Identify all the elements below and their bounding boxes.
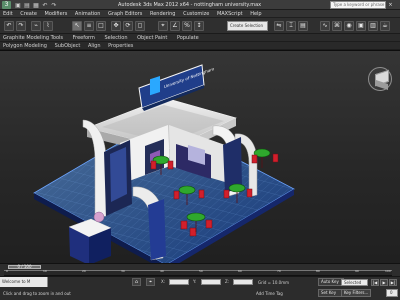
angle-snap-icon[interactable]: ∠ [170,21,180,31]
render-frame-icon[interactable]: ▥ [368,21,378,31]
absolute-mode-icon[interactable]: ⌖ [146,278,155,286]
ruler-label: 80 [316,269,320,273]
current-frame-field[interactable]: 0 [386,289,398,297]
close-icon[interactable]: × [388,1,393,9]
time-slider[interactable]: 0 / 100 [8,265,41,269]
ruler-label: 70 [277,269,281,273]
ribbon-tabs: Graphite Modeling Tools Freeform Selecti… [0,34,400,42]
render-icon[interactable]: ☕ [380,21,390,31]
grid-readout: Grid = 10.0mm [258,280,289,285]
ruler-label: 20 [82,269,86,273]
menu-animation[interactable]: Animation [72,10,104,17]
ruler-label: 90 [355,269,359,273]
render-setup-icon[interactable]: ▣ [356,21,366,31]
align-icon[interactable]: ⌶ [286,21,296,31]
tab-object-paint[interactable]: Object Paint [133,34,171,42]
menu-maxscript[interactable]: MAXScript [214,10,246,17]
menu-bar: Edit Create Modifiers Animation Graph Ed… [0,10,400,18]
menu-customize[interactable]: Customize [180,10,212,17]
keyword-search-input[interactable]: Type a keyword or phrase [330,1,386,9]
title-bar: 3 ▣ ▤ ▦ ↶ ↷ Autodesk 3ds Max 2012 x64 - … [0,0,400,10]
selection-set-dropdown[interactable]: Create Selection Set [227,21,268,31]
mirror-icon[interactable]: ⇋ [274,21,284,31]
select-link-icon[interactable]: ⌁ [31,21,41,31]
menu-rendering[interactable]: Rendering [147,10,179,17]
add-time-tag[interactable]: Add Time Tag [256,290,294,298]
menu-create[interactable]: Create [17,10,40,17]
3d-scene[interactable]: University of Nottingham [0,51,400,264]
save-icon[interactable]: ▦ [32,1,40,9]
rotate-icon[interactable]: ⟳ [123,21,133,31]
panel-polygon-modeling[interactable]: Polygon Modeling [0,42,50,50]
ruler-label: 100 [385,269,391,273]
window-title: Autodesk 3ds Max 2012 x64 - nottingham u… [118,2,262,8]
move-icon[interactable]: ✥ [111,21,121,31]
ruler-label: 10 [43,269,47,273]
ruler-label: 60 [238,269,242,273]
status-bar: Welcome to M ⌂ ⌖ X: Y: Z: Grid = 10.0mm … [0,277,400,300]
material-editor-icon[interactable]: ◉ [344,21,354,31]
go-to-end-icon[interactable]: ▶| [389,279,397,286]
main-toolbar: ↶ ↷ ⌁ ⌇ ↖ ≡ □ ✥ ⟳ ◻ ⌖ ∠ % ↕ Create Selec… [0,18,400,34]
undo-button[interactable]: ↶ [4,21,14,31]
new-file-icon[interactable]: ▣ [14,1,22,9]
undo-icon[interactable]: ↶ [41,1,49,9]
select-by-name-icon[interactable]: ≡ [84,21,94,31]
tab-populate[interactable]: Populate [173,34,203,42]
selected-dropdown[interactable]: Selected [341,279,368,286]
z-label: Z: [225,279,230,284]
percent-snap-icon[interactable]: % [182,21,192,31]
curve-editor-icon[interactable]: ∿ [320,21,330,31]
ruler-label: 30 [121,269,125,273]
ruler-label: 0 [6,269,8,273]
key-filters-button[interactable]: Key Filters... [341,289,371,297]
ruler-label: 50 [199,269,203,273]
redo-button[interactable]: ↷ [16,21,26,31]
region-select-icon[interactable]: □ [96,21,106,31]
open-file-icon[interactable]: ▤ [23,1,31,9]
schematic-icon[interactable]: ⌘ [332,21,342,31]
y-label: Y: [193,279,197,284]
x-label: X: [161,279,166,284]
x-coordinate-input[interactable] [169,279,189,285]
play-icon[interactable]: ▶ [380,279,388,286]
time-ruler[interactable] [4,270,392,276]
layer-icon[interactable]: ▤ [298,21,308,31]
redo-icon[interactable]: ↷ [50,1,58,9]
timeline: 0 / 100 0 10 20 30 40 50 60 70 80 90 100 [0,263,400,277]
snap-icon[interactable]: ⌖ [158,21,168,31]
menu-modifiers[interactable]: Modifiers [42,10,71,17]
ribbon-panel: Polygon Modeling SubObject Align Propert… [0,42,400,50]
viewcube-navigation[interactable] [368,67,392,91]
select-object-icon[interactable]: ↖ [72,21,82,31]
tab-graphite-modeling-tools[interactable]: Graphite Modeling Tools [0,34,67,42]
panel-align[interactable]: Align [85,42,104,50]
status-prompt: Click and drag to zoom in and out [3,291,71,296]
lock-selection-icon[interactable]: ⌂ [132,278,141,286]
perspective-viewport[interactable]: University of Nottingham [0,50,400,264]
panel-properties[interactable]: Properties [105,42,136,50]
ruler-label: 40 [160,269,164,273]
app-logo[interactable]: 3 [2,1,11,9]
unlink-icon[interactable]: ⌇ [43,21,53,31]
3ds-max-window: 3 ▣ ▤ ▦ ↶ ↷ Autodesk 3ds Max 2012 x64 - … [0,0,400,300]
tab-selection[interactable]: Selection [100,34,131,42]
menu-graph-editors[interactable]: Graph Editors [105,10,145,17]
tab-freeform[interactable]: Freeform [69,34,99,42]
panel-subobject[interactable]: SubObject [52,42,84,50]
scale-icon[interactable]: ◻ [135,21,145,31]
menu-help[interactable]: Help [247,10,264,17]
go-to-start-icon[interactable]: |◀ [371,279,379,286]
spinner-snap-icon[interactable]: ↕ [194,21,204,31]
menu-edit[interactable]: Edit [0,10,16,17]
y-coordinate-input[interactable] [201,279,221,285]
maxscript-listener[interactable]: Welcome to M [0,277,48,287]
z-coordinate-input[interactable] [233,279,253,285]
